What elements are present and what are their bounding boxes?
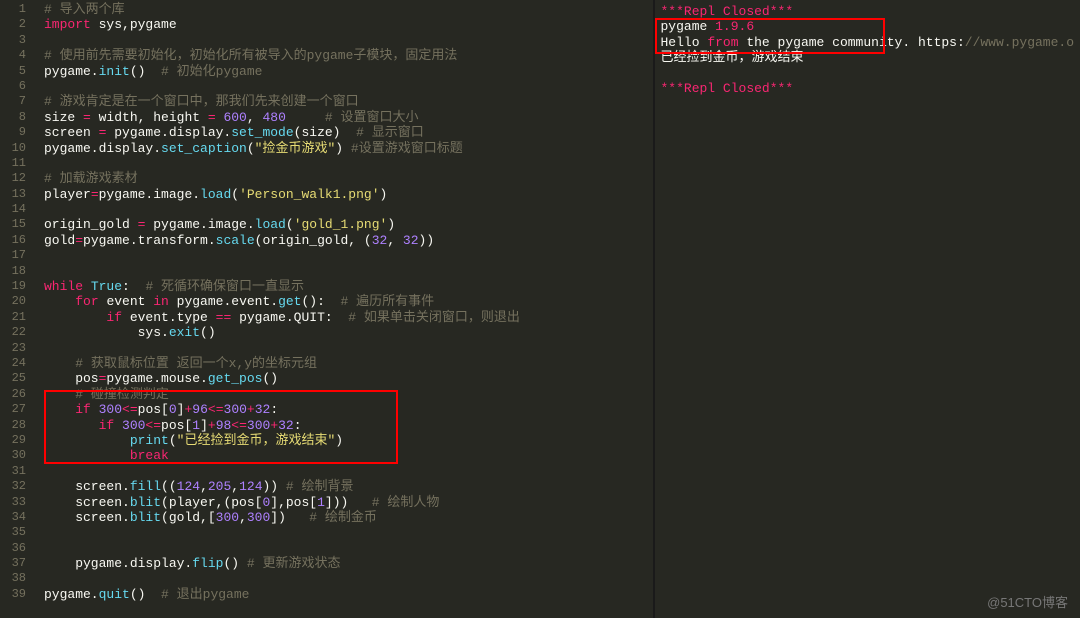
code-line[interactable]: player=pygame.image.load('Person_walk1.p…	[44, 187, 653, 202]
code-line[interactable]: screen.blit(gold,[300,300]) # 绘制金币	[44, 510, 653, 525]
code-line[interactable]: size = width, height = 600, 480 # 设置窗口大小	[44, 110, 653, 125]
line-number: 14	[0, 202, 34, 217]
line-number: 23	[0, 341, 34, 356]
code-area[interactable]: # 导入两个库import sys,pygame # 使用前先需要初始化，初始化…	[44, 0, 653, 602]
code-line[interactable]	[44, 525, 653, 540]
line-number-gutter: 1234567891011121314151617181920212223242…	[0, 0, 34, 602]
watermark: @51CTO博客	[987, 595, 1068, 610]
line-number: 26	[0, 387, 34, 402]
code-line[interactable]: pos=pygame.mouse.get_pos()	[44, 371, 653, 386]
code-line[interactable]: # 获取鼠标位置 返回一个x,y的坐标元组	[44, 356, 653, 371]
line-number: 33	[0, 495, 34, 510]
code-line[interactable]: # 加载游戏素材	[44, 171, 653, 186]
line-number: 35	[0, 525, 34, 540]
code-line[interactable]: print("已经捡到金币，游戏结束")	[44, 433, 653, 448]
line-number: 15	[0, 217, 34, 232]
code-line[interactable]: # 使用前先需要初始化，初始化所有被导入的pygame子模块，固定用法	[44, 48, 653, 63]
line-number: 34	[0, 510, 34, 525]
line-number: 13	[0, 187, 34, 202]
code-line[interactable]: screen = pygame.display.set_mode(size) #…	[44, 125, 653, 140]
line-number: 18	[0, 264, 34, 279]
line-number: 16	[0, 233, 34, 248]
code-line[interactable]: if 300<=pos[0]+96<=300+32:	[44, 402, 653, 417]
code-line[interactable]: gold=pygame.transform.scale(origin_gold,…	[44, 233, 653, 248]
line-number: 1	[0, 2, 34, 17]
line-number: 4	[0, 48, 34, 63]
code-line[interactable]: # 碰撞检测判定	[44, 387, 653, 402]
line-number: 6	[0, 79, 34, 94]
code-line[interactable]: break	[44, 448, 653, 463]
line-number: 24	[0, 356, 34, 371]
console-line: 已经捡到金币，游戏结束	[661, 50, 1075, 65]
code-line[interactable]	[44, 79, 653, 94]
line-number: 17	[0, 248, 34, 263]
code-line[interactable]: import sys,pygame	[44, 17, 653, 32]
code-line[interactable]	[44, 464, 653, 479]
line-number: 20	[0, 294, 34, 309]
line-number: 36	[0, 541, 34, 556]
line-number: 7	[0, 94, 34, 109]
code-line[interactable]	[44, 264, 653, 279]
code-line[interactable]: origin_gold = pygame.image.load('gold_1.…	[44, 217, 653, 232]
code-line[interactable]: pygame.display.flip() # 更新游戏状态	[44, 556, 653, 571]
line-number: 12	[0, 171, 34, 186]
line-number: 28	[0, 418, 34, 433]
console-line: ***Repl Closed***	[661, 4, 1075, 19]
line-number: 38	[0, 571, 34, 586]
console-line	[661, 66, 1075, 81]
line-number: 37	[0, 556, 34, 571]
code-line[interactable]	[44, 156, 653, 171]
code-line[interactable]	[44, 33, 653, 48]
line-number: 3	[0, 33, 34, 48]
code-line[interactable]: while True: # 死循环确保窗口一直显示	[44, 279, 653, 294]
line-number: 10	[0, 141, 34, 156]
console-line: pygame 1.9.6	[661, 19, 1075, 34]
line-number: 11	[0, 156, 34, 171]
output-console[interactable]: ***Repl Closed***pygame 1.9.6Hello from …	[653, 0, 1080, 618]
code-line[interactable]: # 导入两个库	[44, 2, 653, 17]
code-line[interactable]: pygame.quit() # 退出pygame	[44, 587, 653, 602]
code-line[interactable]: screen.fill((124,205,124)) # 绘制背景	[44, 479, 653, 494]
line-number: 25	[0, 371, 34, 386]
console-text: ***Repl Closed***pygame 1.9.6Hello from …	[661, 4, 1075, 96]
console-line: Hello from the pygame community. https:/…	[661, 35, 1075, 50]
code-line[interactable]	[44, 571, 653, 586]
line-number: 8	[0, 110, 34, 125]
line-number: 2	[0, 17, 34, 32]
line-number: 22	[0, 325, 34, 340]
code-editor[interactable]: 1234567891011121314151617181920212223242…	[0, 0, 653, 618]
line-number: 29	[0, 433, 34, 448]
code-line[interactable]	[44, 248, 653, 263]
code-line[interactable]: if event.type == pygame.QUIT: # 如果单击关闭窗口…	[44, 310, 653, 325]
line-number: 30	[0, 448, 34, 463]
line-number: 32	[0, 479, 34, 494]
code-line[interactable]: if 300<=pos[1]+98<=300+32:	[44, 418, 653, 433]
code-line[interactable]: sys.exit()	[44, 325, 653, 340]
code-line[interactable]: # 游戏肯定是在一个窗口中，那我们先来创建一个窗口	[44, 94, 653, 109]
code-line[interactable]: screen.blit(player,(pos[0],pos[1])) # 绘制…	[44, 495, 653, 510]
code-line[interactable]	[44, 541, 653, 556]
code-line[interactable]: pygame.display.set_caption("捡金币游戏") #设置游…	[44, 141, 653, 156]
line-number: 19	[0, 279, 34, 294]
line-number: 27	[0, 402, 34, 417]
code-line[interactable]: pygame.init() # 初始化pygame	[44, 64, 653, 79]
line-number: 5	[0, 64, 34, 79]
line-number: 9	[0, 125, 34, 140]
line-number: 39	[0, 587, 34, 602]
line-number: 31	[0, 464, 34, 479]
code-line[interactable]	[44, 341, 653, 356]
code-line[interactable]: for event in pygame.event.get(): # 遍历所有事…	[44, 294, 653, 309]
console-line: ***Repl Closed***	[661, 81, 1075, 96]
code-line[interactable]	[44, 202, 653, 217]
line-number: 21	[0, 310, 34, 325]
